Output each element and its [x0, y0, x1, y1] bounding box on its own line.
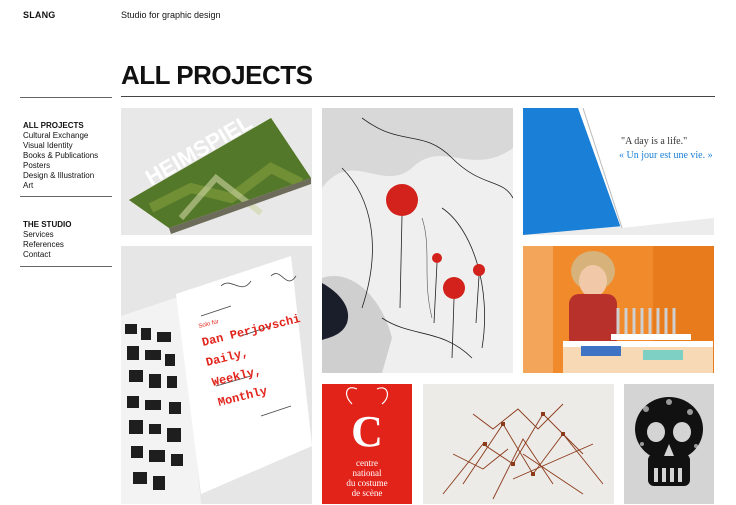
project-thumb-quote-book[interactable]: "A day is a life." « Un jour est une vie…	[523, 108, 714, 235]
costume-line-1: centre	[356, 458, 378, 468]
nav-all-projects[interactable]: ALL PROJECTS	[23, 121, 98, 131]
nav-cultural-exchange[interactable]: Cultural Exchange	[23, 131, 98, 141]
project-thumb-skull[interactable]	[624, 384, 714, 504]
sidebar-bottom-divider	[20, 266, 112, 267]
studio-nav: THE STUDIO Services References Contact	[23, 220, 71, 260]
project-thumb-line-drawing[interactable]	[423, 384, 614, 504]
nav-visual-identity[interactable]: Visual Identity	[23, 141, 98, 151]
project-thumb-heimspiel[interactable]: HEIMSPIEL	[121, 108, 312, 235]
project-thumb-illustration[interactable]	[322, 108, 513, 373]
sidebar-middle-divider	[20, 196, 112, 197]
nav-the-studio[interactable]: THE STUDIO	[23, 220, 71, 230]
costume-line-2: national	[353, 468, 382, 478]
costume-letter-c: C	[351, 407, 383, 456]
nav-references[interactable]: References	[23, 240, 71, 250]
nav-art[interactable]: Art	[23, 181, 98, 191]
nav-design-illustration[interactable]: Design & Illustration	[23, 171, 98, 181]
quote-french: « Un jour est une vie. »	[619, 150, 713, 161]
quote-english: "A day is a life."	[621, 136, 687, 147]
nav-posters[interactable]: Posters	[23, 161, 98, 171]
project-thumb-exhibition[interactable]	[523, 246, 714, 373]
page-title: ALL PROJECTS	[121, 60, 313, 90]
projects-nav: ALL PROJECTS Cultural Exchange Visual Id…	[23, 121, 98, 191]
project-thumb-costume-centre[interactable]: C centre national du costume de scène	[322, 384, 412, 504]
sidebar-top-divider	[20, 97, 112, 98]
nav-services[interactable]: Services	[23, 230, 71, 240]
brand-logo[interactable]: SLANG	[23, 10, 56, 20]
costume-line-4: de scène	[352, 488, 383, 498]
project-thumb-perjovschi[interactable]: Solo für Dan Perjovschi Daily, Weekly, M…	[121, 246, 312, 504]
nav-books-publications[interactable]: Books & Publications	[23, 151, 98, 161]
costume-line-3: du costume	[346, 478, 387, 488]
nav-contact[interactable]: Contact	[23, 250, 71, 260]
studio-tagline: Studio for graphic design	[121, 10, 221, 20]
title-divider	[121, 96, 715, 97]
